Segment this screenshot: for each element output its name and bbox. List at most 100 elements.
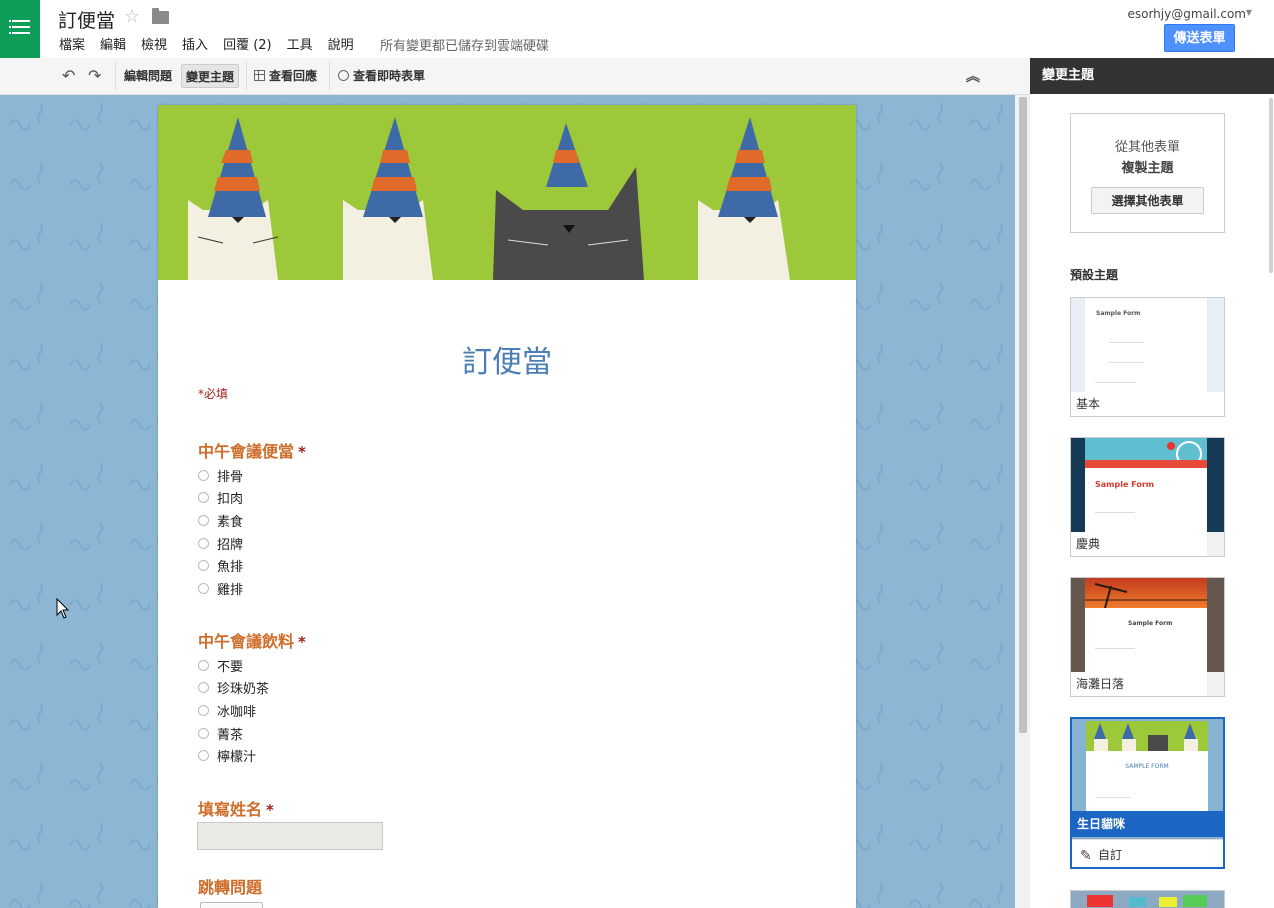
folder-icon[interactable] bbox=[152, 8, 169, 24]
theme-sample-title: Sample Form bbox=[1128, 620, 1173, 627]
menu-view[interactable]: 檢視 bbox=[141, 34, 167, 53]
panel-scrollbar[interactable] bbox=[1269, 98, 1273, 273]
canvas-scrollbar[interactable] bbox=[1015, 95, 1030, 908]
panel-header: 變更主題 bbox=[1030, 58, 1274, 94]
copy-theme-line2: 複製主題 bbox=[1121, 161, 1174, 176]
theme-panel: 變更主題 從其他表單 複製主題 選擇其他表單 預設主題 Sample Form … bbox=[1030, 58, 1274, 908]
change-theme-button[interactable]: 變更主題 bbox=[181, 64, 240, 88]
view-responses-button[interactable]: 查看回應 bbox=[254, 64, 317, 88]
option-label: 不要 bbox=[217, 659, 244, 675]
menu-icon[interactable] bbox=[0, 0, 40, 58]
theme-name-selected: 生日貓咪 bbox=[1072, 811, 1223, 837]
theme-basic[interactable]: Sample Form 基本 bbox=[1070, 297, 1225, 417]
copy-theme-line1: 從其他表單 bbox=[1114, 140, 1180, 155]
radio-option[interactable]: 菁茶 bbox=[198, 722, 269, 745]
form-card: 訂便當 *必填 中午會議便當 * 排骨 扣肉 素食 招牌 魚排 雞排 中午會議飲料… bbox=[158, 105, 856, 908]
birthday-cat-banner bbox=[158, 105, 856, 280]
menu-edit[interactable]: 編輯 bbox=[100, 34, 126, 53]
collapse-icon[interactable]: ︽ bbox=[966, 66, 980, 86]
preset-themes-label: 預設主題 bbox=[1070, 268, 1119, 282]
view-live-form-button[interactable]: 查看即時表單 bbox=[338, 64, 425, 88]
menu-insert[interactable]: 插入 bbox=[182, 34, 208, 53]
theme-birthday-cat[interactable]: SAMPLE FORM 生日貓咪 ✎ 自訂 bbox=[1070, 717, 1225, 869]
theme-name: 基本 bbox=[1071, 392, 1224, 416]
menu-responses[interactable]: 回覆 (2) bbox=[223, 34, 272, 53]
save-status: 所有變更都已儲存到雲端硬碟 bbox=[380, 39, 550, 54]
radio-option[interactable]: 檸檬汁 bbox=[198, 744, 269, 767]
theme-thumbnail: SAMPLE FORM bbox=[1072, 719, 1223, 813]
radio-option[interactable]: 冰咖啡 bbox=[198, 699, 269, 722]
question-title-jump: 跳轉問題 bbox=[198, 874, 262, 898]
theme-celebration[interactable]: Sample Form 慶典 bbox=[1070, 437, 1225, 557]
globe-icon bbox=[338, 70, 349, 81]
theme-name: 慶典 bbox=[1071, 532, 1207, 556]
radio-button[interactable] bbox=[198, 750, 209, 762]
question-title-name: 填寫姓名 * bbox=[198, 796, 274, 820]
radio-option[interactable]: 雞排 bbox=[198, 577, 243, 600]
option-label: 菁茶 bbox=[217, 727, 244, 743]
view-responses-label: 查看回應 bbox=[269, 69, 318, 83]
theme-mini-form: Sample Form bbox=[1085, 608, 1207, 672]
question-text: 跳轉問題 bbox=[198, 878, 263, 897]
undo-icon[interactable]: ↶ bbox=[62, 66, 75, 85]
jump-dropdown[interactable] bbox=[200, 902, 263, 908]
option-label: 排骨 bbox=[217, 469, 244, 485]
cat-mini-banner bbox=[1086, 721, 1208, 751]
radio-button[interactable] bbox=[198, 537, 209, 549]
form-title: 訂便當 bbox=[462, 345, 552, 380]
radio-option[interactable]: 不要 bbox=[198, 654, 269, 677]
radio-option[interactable]: 珍珠奶茶 bbox=[198, 677, 269, 700]
redo-icon[interactable]: ↷ bbox=[88, 66, 101, 85]
option-label: 雞排 bbox=[217, 582, 244, 598]
radio-option[interactable]: 扣肉 bbox=[198, 487, 243, 510]
send-form-button[interactable]: 傳送表單 bbox=[1164, 24, 1235, 52]
radio-button[interactable] bbox=[198, 659, 209, 671]
radio-option[interactable]: 魚排 bbox=[198, 554, 243, 577]
radio-button[interactable] bbox=[198, 514, 209, 526]
toolbar-divider bbox=[329, 62, 330, 90]
radio-option[interactable]: 素食 bbox=[198, 509, 243, 532]
theme-sample-title: Sample Form bbox=[1096, 310, 1141, 317]
choose-other-form-button[interactable]: 選擇其他表單 bbox=[1091, 187, 1204, 214]
customize-label: 自訂 bbox=[1098, 848, 1123, 862]
toolbar-divider bbox=[246, 62, 247, 90]
theme-next-partial[interactable] bbox=[1070, 890, 1225, 908]
question-title-drink: 中午會議飲料 * bbox=[198, 628, 306, 652]
star-icon[interactable]: ☆ bbox=[124, 6, 140, 27]
toolbar-divider bbox=[115, 62, 116, 90]
required-mark: * bbox=[298, 633, 306, 651]
option-label: 扣肉 bbox=[217, 492, 244, 508]
customize-button[interactable]: ✎ 自訂 bbox=[1072, 839, 1223, 867]
radio-button[interactable] bbox=[198, 492, 209, 504]
radio-option[interactable]: 招牌 bbox=[198, 532, 243, 555]
radio-button[interactable] bbox=[198, 704, 209, 716]
copy-theme-box: 從其他表單 複製主題 選擇其他表單 bbox=[1070, 113, 1225, 233]
pencil-icon: ✎ bbox=[1080, 848, 1092, 864]
edit-questions-button[interactable]: 編輯問題 bbox=[124, 64, 172, 88]
grid-icon bbox=[254, 70, 265, 81]
radio-button[interactable] bbox=[198, 682, 209, 694]
radio-option[interactable]: 排骨 bbox=[198, 464, 243, 487]
document-title[interactable]: 訂便當 bbox=[58, 6, 115, 33]
app-header: 訂便當 ☆ 檔案 編輯 檢視 插入 回覆 (2) 工具 說明 所有變更都已儲存到… bbox=[0, 0, 1274, 59]
theme-beach-sunset[interactable]: Sample Form 海灘日落 bbox=[1070, 577, 1225, 697]
caret-down-icon[interactable]: ▼ bbox=[1246, 8, 1252, 17]
radio-button[interactable] bbox=[198, 582, 209, 594]
question-text: 填寫姓名 bbox=[198, 800, 263, 819]
theme-sample-title: Sample Form bbox=[1095, 480, 1155, 489]
question-text: 中午會議便當 bbox=[198, 442, 295, 461]
menu-file[interactable]: 檔案 bbox=[59, 34, 85, 53]
name-input[interactable] bbox=[197, 822, 383, 850]
theme-name: 海灘日落 bbox=[1071, 672, 1207, 696]
theme-thumbnail: Sample Form bbox=[1071, 578, 1224, 672]
radio-button[interactable] bbox=[198, 469, 209, 481]
radio-button[interactable] bbox=[198, 727, 209, 739]
drink-options: 不要 珍珠奶茶 冰咖啡 菁茶 檸檬汁 bbox=[198, 654, 269, 767]
scrollbar-thumb[interactable] bbox=[1019, 97, 1027, 733]
option-label: 檸檬汁 bbox=[217, 750, 257, 766]
lunchbox-options: 排骨 扣肉 素食 招牌 魚排 雞排 bbox=[198, 464, 243, 600]
account-email[interactable]: esorhjy@gmail.com bbox=[1127, 7, 1246, 21]
radio-button[interactable] bbox=[198, 560, 209, 572]
menu-help[interactable]: 說明 bbox=[328, 34, 354, 53]
menu-tools[interactable]: 工具 bbox=[287, 34, 313, 53]
